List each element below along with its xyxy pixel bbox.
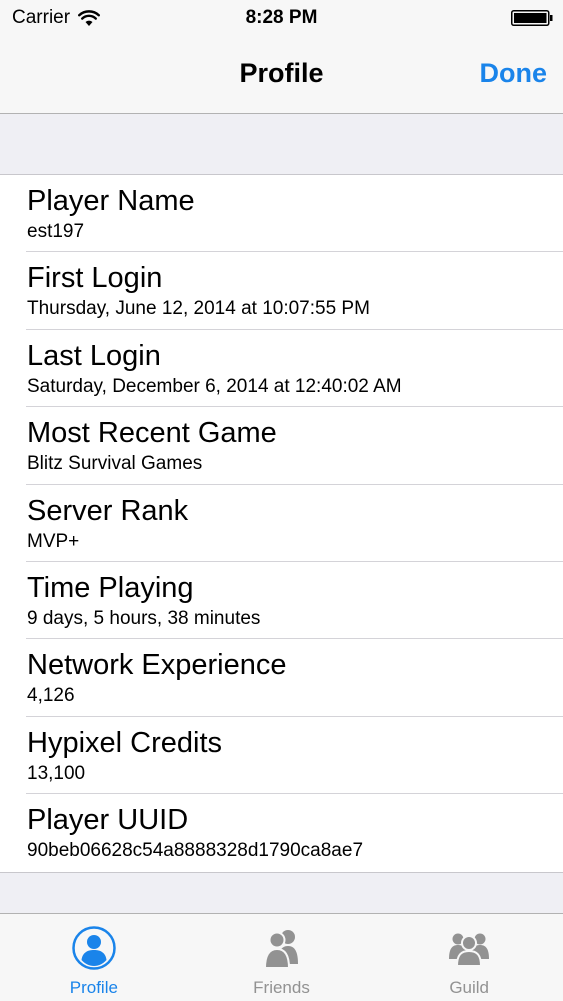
row-value: Saturday, December 6, 2014 at 12:40:02 A… — [27, 375, 402, 397]
list-item-hypixel-credits: Hypixel Credits 13,100 — [0, 717, 563, 795]
row-title: Time Playing — [27, 571, 194, 604]
row-value: est197 — [27, 221, 85, 242]
row-title: Most Recent Game — [27, 417, 277, 450]
status-time: 8:28 PM — [245, 7, 318, 28]
list-item-last-login: Last Login Saturday, December 6, 2014 at… — [0, 330, 563, 408]
friends-icon — [263, 930, 298, 969]
list-item-player-name: Player Name est197 — [0, 175, 563, 253]
row-title: Player Name — [27, 185, 195, 217]
profile-info-list: Player Name est197 First Login Thursday,… — [0, 174, 563, 873]
tab-profile[interactable]: Profile — [0, 914, 188, 1001]
battery-icon — [511, 10, 553, 26]
row-title: First Login — [27, 262, 163, 295]
tab-bar: Profile Friends Guild — [0, 913, 563, 1001]
row-title: Hypixel Credits — [27, 726, 222, 759]
list-item-server-rank: Server Rank MVP+ — [0, 485, 563, 563]
tab-friends[interactable]: Friends — [188, 914, 376, 1001]
row-value: 13,100 — [27, 762, 86, 784]
row-value: Blitz Survival Games — [27, 453, 203, 475]
list-item-time-playing: Time Playing 9 days, 5 hours, 38 minutes — [0, 562, 563, 640]
row-title: Server Rank — [27, 494, 189, 527]
row-value: 4,126 — [27, 685, 75, 707]
row-title: Network Experience — [27, 649, 287, 682]
list-item-network-experience: Network Experience 4,126 — [0, 639, 563, 718]
row-value: MVP+ — [27, 530, 80, 552]
list-item-first-login: First Login Thursday, June 12, 2014 at 1… — [0, 252, 563, 331]
status-bar: Carrier 8:28 PM — [0, 0, 563, 38]
guild-icon — [449, 933, 490, 967]
tab-label: Guild — [449, 978, 490, 997]
row-value: Thursday, June 12, 2014 at 10:07:55 PM — [27, 298, 370, 320]
tab-label: Friends — [253, 978, 310, 997]
list-item-most-recent-game: Most Recent Game Blitz Survival Games — [0, 407, 563, 485]
tab-guild[interactable]: Guild — [375, 914, 563, 1001]
row-value: 9 days, 5 hours, 38 minutes — [27, 607, 261, 629]
tab-label: Profile — [69, 978, 118, 997]
row-title: Player UUID — [27, 804, 189, 837]
profile-icon — [72, 926, 116, 970]
row-value: 90beb06628c54a8888328d1790ca8ae7 — [27, 840, 364, 862]
navigation-bar: Profile Done — [0, 38, 563, 114]
list-item-player-uuid: Player UUID 90beb06628c54a8888328d1790ca… — [0, 794, 563, 871]
done-button[interactable]: Done — [480, 58, 548, 89]
row-title: Last Login — [27, 339, 161, 372]
